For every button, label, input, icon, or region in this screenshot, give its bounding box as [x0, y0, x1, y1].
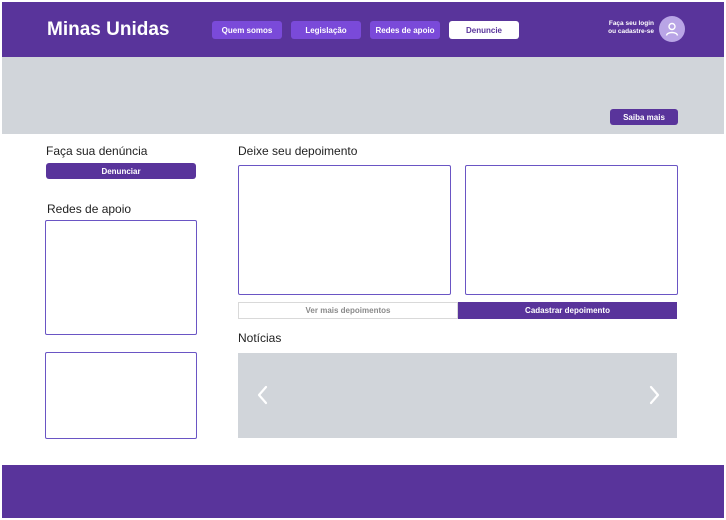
user-icon[interactable] — [659, 16, 685, 42]
top-header: Minas Unidas Quem somos Legislação Redes… — [2, 2, 724, 57]
nav-quem-somos[interactable]: Quem somos — [212, 21, 282, 39]
login-link[interactable]: Faça seu login ou cadastre-se — [598, 20, 654, 36]
hero-banner: Saiba mais — [2, 57, 724, 134]
nav-redes-de-apoio[interactable]: Redes de apoio — [370, 21, 440, 39]
saiba-mais-button[interactable]: Saiba mais — [610, 109, 678, 125]
report-title: Faça sua denúncia — [46, 144, 148, 158]
nav-denuncie[interactable]: Denuncie — [449, 21, 519, 39]
brand-logo[interactable]: Minas Unidas — [47, 19, 169, 41]
support-network-card-2[interactable] — [45, 352, 197, 439]
testimonial-card-2[interactable] — [465, 165, 678, 295]
nav-legislacao[interactable]: Legislação — [291, 21, 361, 39]
see-more-testimonials-button[interactable]: Ver mais depoimentos — [238, 302, 458, 319]
denunciar-button[interactable]: Denunciar — [46, 163, 196, 179]
testimonials-title: Deixe seu depoimento — [238, 144, 358, 158]
news-title: Notícias — [238, 331, 282, 345]
testimonial-card-1[interactable] — [238, 165, 451, 295]
login-line-1: Faça seu login — [608, 20, 654, 27]
submit-testimonial-button[interactable]: Cadastrar depoimento — [458, 302, 677, 319]
chevron-left-icon[interactable] — [253, 383, 271, 407]
news-carousel — [238, 353, 677, 438]
support-network-title: Redes de apoio — [47, 202, 132, 216]
login-line-2: ou cadastre-se — [608, 28, 654, 35]
page-footer — [2, 465, 724, 518]
chevron-right-icon[interactable] — [646, 383, 664, 407]
support-network-card-1[interactable] — [45, 220, 197, 335]
